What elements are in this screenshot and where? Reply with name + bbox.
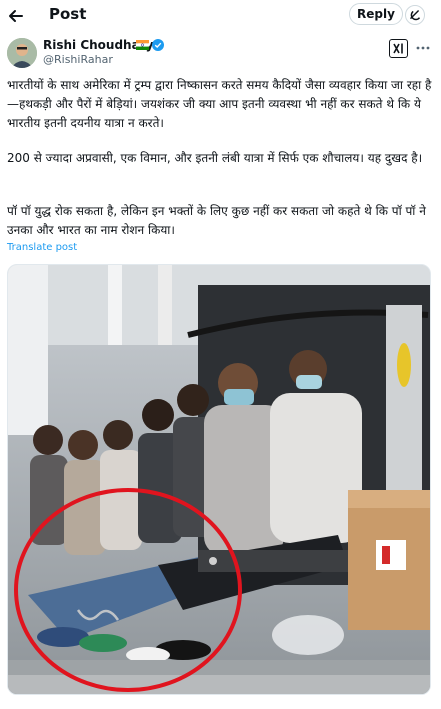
author-handle[interactable]: @RishiRahar [43, 53, 113, 66]
post-text-paragraph-2: 200 से ज्यादा अप्रवासी, एक विमान, और इतन… [7, 151, 423, 165]
avatar[interactable] [7, 38, 37, 68]
xai-logo-icon[interactable] [389, 39, 408, 58]
post-text-paragraph-1: भारतीयों के साथ अमेरिका में ट्रम्प द्वार… [7, 78, 432, 130]
post-image[interactable] [7, 264, 431, 695]
verified-badge-icon [152, 39, 164, 51]
arrow-left-icon[interactable] [6, 6, 26, 26]
post-text-paragraph-3: पॉ पॉ युद्ध रोक सकता है, लेकिन इन भक्तों… [7, 204, 426, 237]
page-title: Post [49, 5, 87, 23]
top-bar: Post Reply [0, 0, 441, 32]
reply-button[interactable]: Reply [349, 3, 403, 25]
india-flag-icon [136, 40, 149, 50]
grok-icon[interactable] [405, 5, 425, 25]
translate-post-link[interactable]: Translate post [7, 242, 77, 253]
more-icon[interactable] [415, 40, 431, 56]
